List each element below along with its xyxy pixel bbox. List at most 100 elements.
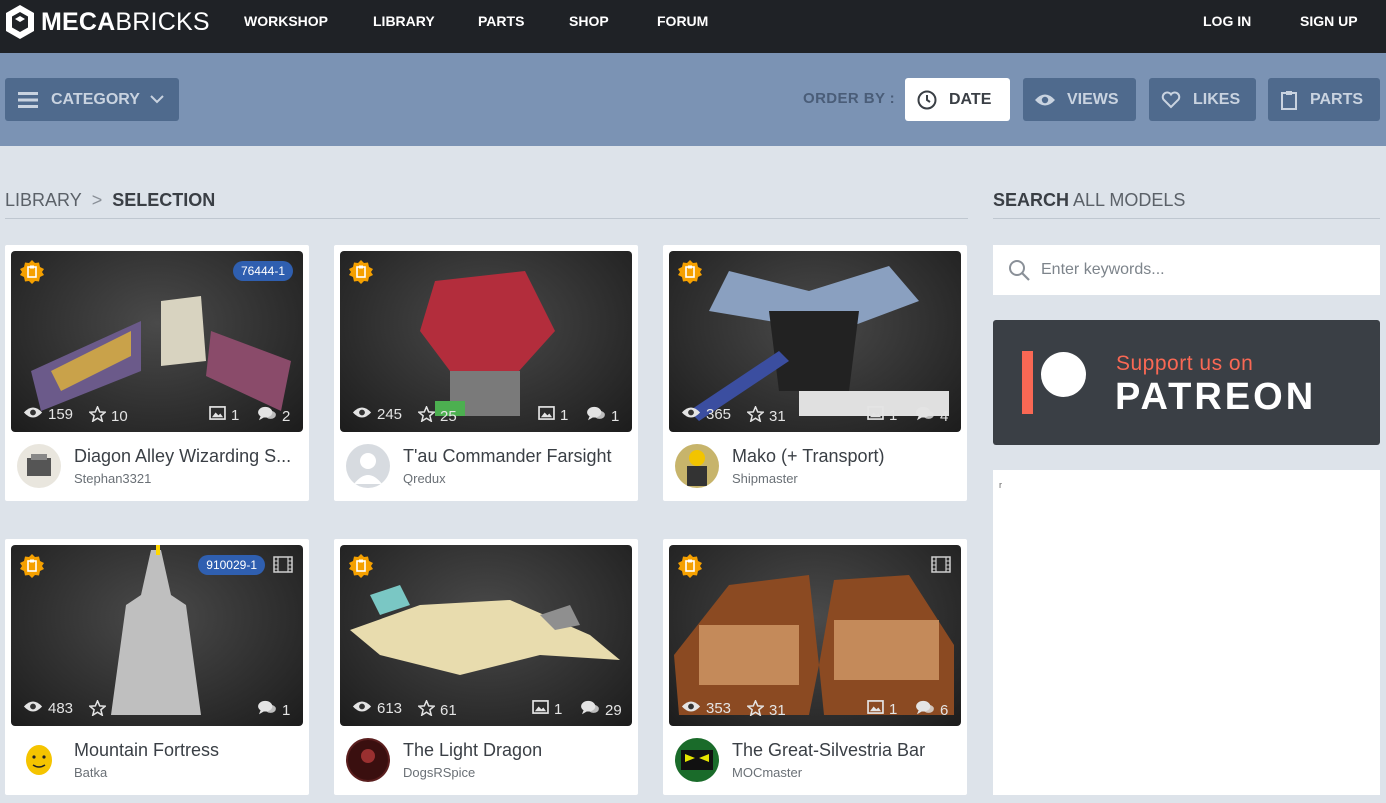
featured-badge-icon: [348, 259, 374, 285]
author-avatar[interactable]: [675, 738, 719, 782]
video-icon: [273, 556, 293, 578]
category-label: CATEGORY: [51, 90, 140, 108]
category-dropdown[interactable]: CATEGORY: [5, 78, 179, 121]
model-author[interactable]: Stephan3321: [74, 471, 151, 486]
search-heading: SEARCH ALL MODELS: [993, 190, 1185, 211]
star-icon: [745, 404, 766, 426]
chevron-down-icon: [150, 95, 164, 104]
model-card[interactable]: 365 31 1 4 Mako (+ Transport) Shipmaster: [663, 245, 967, 501]
sort-views-label: VIEWS: [1067, 90, 1119, 108]
set-id-badge[interactable]: 910029-1: [198, 555, 265, 575]
model-stats: 483 1: [23, 698, 291, 720]
images-stat: 1: [532, 700, 562, 718]
model-author[interactable]: Batka: [74, 765, 107, 780]
signup-link[interactable]: SIGN UP: [1300, 13, 1358, 29]
model-card[interactable]: 245 25 1 1 T'au Commander Farsight Qredux: [334, 245, 638, 501]
comment-icon: [586, 406, 606, 426]
menu-icon: [5, 91, 51, 108]
stars-count: 61: [440, 701, 457, 719]
model-title[interactable]: T'au Commander Farsight: [403, 446, 628, 467]
clock-icon: [905, 90, 949, 110]
model-thumbnail[interactable]: 365 31 1 4: [669, 251, 961, 432]
model-title[interactable]: The Great-Silvestria Bar: [732, 740, 957, 761]
eye-icon: [1023, 93, 1067, 107]
mecabricks-logo[interactable]: MECABRICKS: [4, 4, 210, 40]
sort-views-button[interactable]: VIEWS: [1023, 78, 1136, 121]
comments-stat: 1: [257, 700, 290, 720]
images-stat: 1: [867, 700, 897, 718]
nav-parts[interactable]: PARTS: [478, 13, 524, 29]
eye-icon: [681, 700, 701, 717]
featured-badge-icon: [19, 553, 45, 579]
sort-parts-button[interactable]: PARTS: [1268, 78, 1380, 121]
model-thumbnail[interactable]: 245 25 1 1: [340, 251, 632, 432]
search-heading-bold: SEARCH: [993, 190, 1070, 210]
comments-count: 2: [282, 407, 291, 425]
views-count: 483: [48, 700, 74, 717]
breadcrumb: LIBRARY > SELECTION: [5, 190, 215, 211]
nav-library[interactable]: LIBRARY: [373, 13, 435, 29]
comments-stat: 2: [257, 406, 290, 426]
top-navigation: MECABRICKS WORKSHOP LIBRARY PARTS SHOP F…: [0, 0, 1386, 53]
comments-count: 4: [940, 407, 949, 425]
nav-workshop[interactable]: WORKSHOP: [244, 13, 328, 29]
search-icon: [1009, 260, 1030, 281]
views-stat: 245: [352, 406, 402, 423]
model-card[interactable]: 613 61 1 29 The Light Dragon DogsRSpice: [334, 539, 638, 795]
stars-count: 25: [440, 407, 457, 425]
images-count: 1: [231, 406, 240, 424]
model-title[interactable]: The Light Dragon: [403, 740, 628, 761]
author-avatar[interactable]: [346, 444, 390, 488]
eye-icon: [352, 700, 372, 717]
model-thumbnail[interactable]: 76444-1 159 10 1 2: [11, 251, 303, 432]
model-author[interactable]: DogsRSpice: [403, 765, 475, 780]
sort-parts-label: PARTS: [1310, 90, 1364, 108]
search-box: [993, 245, 1380, 295]
comments-count: 6: [940, 701, 949, 719]
images-count: 1: [560, 406, 569, 424]
eye-icon: [23, 700, 43, 717]
model-title[interactable]: Diagon Alley Wizarding S...: [74, 446, 299, 467]
model-title[interactable]: Mako (+ Transport): [732, 446, 957, 467]
featured-badge-icon: [677, 553, 703, 579]
star-icon: [416, 698, 437, 720]
images-stat: 1: [538, 406, 568, 424]
set-id-badge[interactable]: 76444-1: [232, 261, 293, 281]
sort-date-button[interactable]: DATE: [905, 78, 1010, 121]
model-thumbnail[interactable]: 910029-1 483 1: [11, 545, 303, 726]
nav-forum[interactable]: FORUM: [657, 13, 708, 29]
images-stat: 1: [209, 406, 239, 424]
views-count: 159: [48, 406, 74, 423]
patreon-banner[interactable]: Support us on PATREON: [993, 320, 1380, 445]
model-author[interactable]: Shipmaster: [732, 471, 798, 486]
images-stat: 1: [867, 406, 897, 424]
author-avatar[interactable]: [675, 444, 719, 488]
comments-stat: 1: [586, 406, 619, 426]
image-icon: [867, 700, 884, 718]
author-avatar[interactable]: [17, 444, 61, 488]
images-count: 1: [554, 700, 563, 718]
author-avatar[interactable]: [17, 738, 61, 782]
login-link[interactable]: LOG IN: [1203, 13, 1251, 29]
model-card[interactable]: 910029-1 483 1 Mountain Fortress Batka: [5, 539, 309, 795]
model-author[interactable]: MOCmaster: [732, 765, 802, 780]
author-avatar[interactable]: [346, 738, 390, 782]
sort-likes-button[interactable]: LIKES: [1149, 78, 1256, 121]
nav-shop[interactable]: SHOP: [569, 13, 609, 29]
stars-count: 10: [111, 407, 128, 425]
model-thumbnail[interactable]: 353 31 1 6: [669, 545, 961, 726]
breadcrumb-library[interactable]: LIBRARY: [5, 190, 82, 210]
video-icon: [931, 556, 951, 578]
views-stat: 365: [681, 406, 731, 423]
featured-badge-icon: [348, 553, 374, 579]
search-input[interactable]: [1041, 261, 1361, 279]
model-title[interactable]: Mountain Fortress: [74, 740, 299, 761]
patreon-wordmark: PATREON: [1115, 376, 1317, 418]
model-card[interactable]: 353 31 1 6 The Great-Silvestria Bar MOCmaster: [663, 539, 967, 795]
model-card[interactable]: 76444-1 159 10 1 2 Diagon Alley Wizarding S..…: [5, 245, 309, 501]
model-author[interactable]: Qredux: [403, 471, 446, 486]
model-stats: 159 10 1 2: [23, 404, 291, 426]
star-icon: [745, 698, 766, 720]
clipboard-icon: [1268, 90, 1310, 110]
model-thumbnail[interactable]: 613 61 1 29: [340, 545, 632, 726]
